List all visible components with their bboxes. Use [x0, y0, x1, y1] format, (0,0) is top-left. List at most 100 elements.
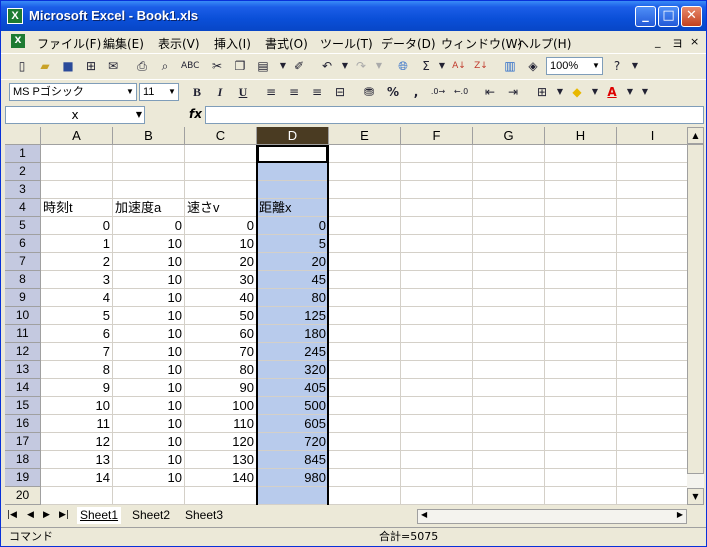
- cell-h11[interactable]: [545, 325, 617, 343]
- borders-dropdown-icon[interactable]: ▼: [552, 84, 568, 100]
- align-left-icon[interactable]: ≡: [263, 84, 279, 100]
- cell-d17[interactable]: 720: [257, 433, 329, 451]
- chevron-down-icon[interactable]: ▼: [136, 107, 142, 123]
- borders-icon[interactable]: ⊞: [534, 84, 550, 100]
- cell-i19[interactable]: [617, 469, 687, 487]
- cell-a9[interactable]: 4: [41, 289, 113, 307]
- cell-e12[interactable]: [329, 343, 401, 361]
- cell-g4[interactable]: [473, 199, 545, 217]
- cell-h13[interactable]: [545, 361, 617, 379]
- row-header[interactable]: 3: [5, 181, 41, 199]
- cell-f5[interactable]: [401, 217, 473, 235]
- chart-wizard-icon[interactable]: ▥: [502, 58, 518, 74]
- cell-b3[interactable]: [113, 181, 185, 199]
- redo-dropdown-icon[interactable]: ▼: [371, 58, 387, 74]
- cell-g18[interactable]: [473, 451, 545, 469]
- row-header[interactable]: 2: [5, 163, 41, 181]
- increase-indent-icon[interactable]: ⇥: [505, 84, 521, 100]
- column-header-e[interactable]: E: [329, 127, 401, 145]
- fill-color-icon[interactable]: ◆: [569, 84, 585, 100]
- cell-i18[interactable]: [617, 451, 687, 469]
- vertical-scrollbar[interactable]: ▲ ▼: [687, 127, 704, 505]
- drawing-icon[interactable]: ◈: [525, 58, 541, 74]
- cell-c1[interactable]: [185, 145, 257, 163]
- row-header[interactable]: 19: [5, 469, 41, 487]
- cell-a19[interactable]: 14: [41, 469, 113, 487]
- font-color-dropdown-icon[interactable]: ▼: [622, 84, 638, 100]
- cell-f12[interactable]: [401, 343, 473, 361]
- redo-icon[interactable]: ↷: [353, 58, 369, 74]
- cell-a18[interactable]: 13: [41, 451, 113, 469]
- menu-window[interactable]: ウィンドウ(W): [441, 35, 522, 52]
- menu-tools[interactable]: ツール(T): [320, 35, 373, 52]
- increase-decimal-icon[interactable]: .0→: [430, 84, 446, 100]
- sheet-tab-1[interactable]: Sheet1: [77, 507, 122, 524]
- cell-e4[interactable]: [329, 199, 401, 217]
- align-right-icon[interactable]: ≡: [309, 84, 325, 100]
- cell-h2[interactable]: [545, 163, 617, 181]
- row-header[interactable]: 13: [5, 361, 41, 379]
- excel-icon[interactable]: X: [7, 8, 23, 24]
- undo-dropdown-icon[interactable]: ▼: [337, 58, 353, 74]
- cell-d18[interactable]: 845: [257, 451, 329, 469]
- cell-a3[interactable]: [41, 181, 113, 199]
- cell-e20[interactable]: [329, 487, 401, 505]
- row-header[interactable]: 12: [5, 343, 41, 361]
- cell-g2[interactable]: [473, 163, 545, 181]
- cell-h17[interactable]: [545, 433, 617, 451]
- cell-i20[interactable]: [617, 487, 687, 505]
- cell-a14[interactable]: 9: [41, 379, 113, 397]
- cell-c16[interactable]: 110: [185, 415, 257, 433]
- cell-g11[interactable]: [473, 325, 545, 343]
- cell-e11[interactable]: [329, 325, 401, 343]
- cell-f7[interactable]: [401, 253, 473, 271]
- scroll-up-icon[interactable]: ▲: [687, 127, 704, 144]
- cell-i2[interactable]: [617, 163, 687, 181]
- prev-sheet-icon[interactable]: ◀: [27, 510, 34, 520]
- sort-ascending-icon[interactable]: A↓: [451, 58, 467, 74]
- cell-g16[interactable]: [473, 415, 545, 433]
- name-box[interactable]: x ▼: [5, 106, 145, 124]
- cell-d2[interactable]: [257, 163, 329, 181]
- cell-d16[interactable]: 605: [257, 415, 329, 433]
- font-size-select[interactable]: 11 ▼: [139, 83, 179, 101]
- column-header-i[interactable]: I: [617, 127, 687, 145]
- cell-a6[interactable]: 1: [41, 235, 113, 253]
- cell-c10[interactable]: 50: [185, 307, 257, 325]
- cell-b17[interactable]: 10: [113, 433, 185, 451]
- cell-h8[interactable]: [545, 271, 617, 289]
- chevron-down-icon[interactable]: ▼: [590, 58, 602, 74]
- font-name-select[interactable]: MS Pゴシック ▼: [9, 83, 137, 101]
- cell-b12[interactable]: 10: [113, 343, 185, 361]
- cell-f1[interactable]: [401, 145, 473, 163]
- row-header[interactable]: 10: [5, 307, 41, 325]
- cell-c8[interactable]: 30: [185, 271, 257, 289]
- cell-g19[interactable]: [473, 469, 545, 487]
- cell-f17[interactable]: [401, 433, 473, 451]
- cell-e17[interactable]: [329, 433, 401, 451]
- formula-input[interactable]: [205, 106, 704, 124]
- cell-h18[interactable]: [545, 451, 617, 469]
- menu-format[interactable]: 書式(O): [265, 35, 308, 52]
- cell-h19[interactable]: [545, 469, 617, 487]
- cell-e2[interactable]: [329, 163, 401, 181]
- sort-descending-icon[interactable]: Z↓: [473, 58, 489, 74]
- cell-g15[interactable]: [473, 397, 545, 415]
- vertical-scroll-thumb[interactable]: [687, 144, 704, 474]
- row-header[interactable]: 18: [5, 451, 41, 469]
- next-sheet-icon[interactable]: ▶: [43, 510, 50, 520]
- cell-h12[interactable]: [545, 343, 617, 361]
- cell-g10[interactable]: [473, 307, 545, 325]
- spelling-icon[interactable]: ABC: [181, 58, 199, 74]
- cell-b11[interactable]: 10: [113, 325, 185, 343]
- cell-a11[interactable]: 6: [41, 325, 113, 343]
- row-header[interactable]: 15: [5, 397, 41, 415]
- cell-a7[interactable]: 2: [41, 253, 113, 271]
- cell-f6[interactable]: [401, 235, 473, 253]
- italic-button[interactable]: I: [212, 84, 228, 100]
- cell-d14[interactable]: 405: [257, 379, 329, 397]
- cell-h10[interactable]: [545, 307, 617, 325]
- cell-d19[interactable]: 980: [257, 469, 329, 487]
- cell-c7[interactable]: 20: [185, 253, 257, 271]
- cell-a8[interactable]: 3: [41, 271, 113, 289]
